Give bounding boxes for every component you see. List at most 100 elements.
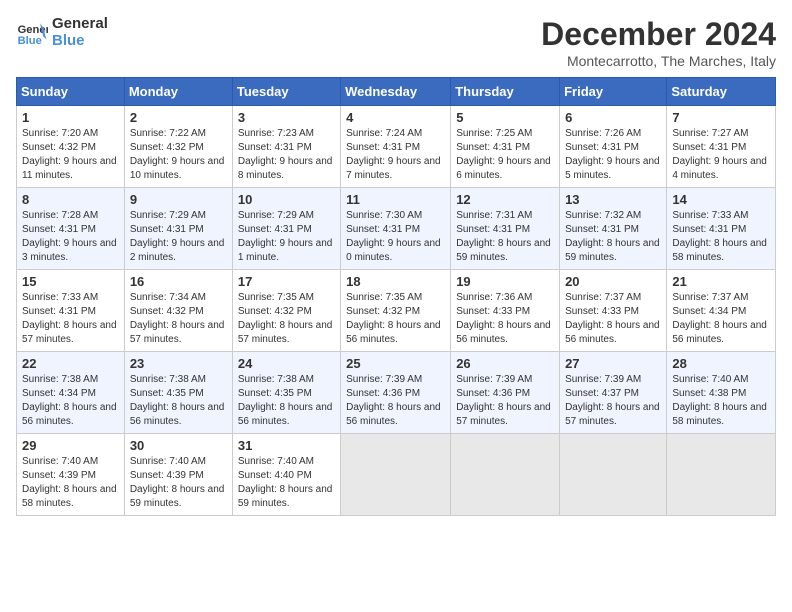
sunrise-label: Sunrise: 7:24 AM xyxy=(346,128,422,139)
sunset-label: Sunset: 4:31 PM xyxy=(672,224,746,235)
sunset-label: Sunset: 4:38 PM xyxy=(672,388,746,399)
daylight-label: Daylight: 9 hours and 4 minutes. xyxy=(672,156,767,181)
day-number: 12 xyxy=(456,192,554,207)
day-info: Sunrise: 7:35 AM Sunset: 4:32 PM Dayligh… xyxy=(346,291,445,347)
sunrise-label: Sunrise: 7:26 AM xyxy=(565,128,641,139)
sunset-label: Sunset: 4:34 PM xyxy=(672,306,746,317)
daylight-label: Daylight: 8 hours and 56 minutes. xyxy=(346,402,441,427)
sunrise-label: Sunrise: 7:40 AM xyxy=(130,456,206,467)
sunset-label: Sunset: 4:32 PM xyxy=(22,142,96,153)
calendar-cell: 28 Sunrise: 7:40 AM Sunset: 4:38 PM Dayl… xyxy=(667,352,776,434)
day-number: 3 xyxy=(238,110,335,125)
sunrise-label: Sunrise: 7:40 AM xyxy=(238,456,314,467)
sunrise-label: Sunrise: 7:30 AM xyxy=(346,210,422,221)
calendar-cell: 7 Sunrise: 7:27 AM Sunset: 4:31 PM Dayli… xyxy=(667,106,776,188)
day-info: Sunrise: 7:28 AM Sunset: 4:31 PM Dayligh… xyxy=(22,209,119,265)
month-title: December 2024 xyxy=(541,16,776,53)
calendar: SundayMondayTuesdayWednesdayThursdayFrid… xyxy=(16,77,776,516)
calendar-cell: 22 Sunrise: 7:38 AM Sunset: 4:34 PM Dayl… xyxy=(17,352,125,434)
svg-text:Blue: Blue xyxy=(18,35,42,47)
calendar-week-3: 15 Sunrise: 7:33 AM Sunset: 4:31 PM Dayl… xyxy=(17,270,776,352)
day-number: 31 xyxy=(238,438,335,453)
sunrise-label: Sunrise: 7:29 AM xyxy=(130,210,206,221)
sunrise-label: Sunrise: 7:27 AM xyxy=(672,128,748,139)
daylight-label: Daylight: 8 hours and 57 minutes. xyxy=(130,320,225,345)
day-number: 24 xyxy=(238,356,335,371)
day-info: Sunrise: 7:35 AM Sunset: 4:32 PM Dayligh… xyxy=(238,291,335,347)
day-info: Sunrise: 7:30 AM Sunset: 4:31 PM Dayligh… xyxy=(346,209,445,265)
sunset-label: Sunset: 4:31 PM xyxy=(130,224,204,235)
calendar-cell: 20 Sunrise: 7:37 AM Sunset: 4:33 PM Dayl… xyxy=(560,270,667,352)
daylight-label: Daylight: 9 hours and 5 minutes. xyxy=(565,156,660,181)
day-number: 4 xyxy=(346,110,445,125)
daylight-label: Daylight: 8 hours and 59 minutes. xyxy=(238,484,333,509)
day-info: Sunrise: 7:39 AM Sunset: 4:36 PM Dayligh… xyxy=(456,373,554,429)
calendar-cell: 19 Sunrise: 7:36 AM Sunset: 4:33 PM Dayl… xyxy=(451,270,560,352)
calendar-cell: 16 Sunrise: 7:34 AM Sunset: 4:32 PM Dayl… xyxy=(124,270,232,352)
day-number: 19 xyxy=(456,274,554,289)
sunrise-label: Sunrise: 7:36 AM xyxy=(456,292,532,303)
day-info: Sunrise: 7:20 AM Sunset: 4:32 PM Dayligh… xyxy=(22,127,119,183)
sunset-label: Sunset: 4:31 PM xyxy=(346,142,420,153)
day-info: Sunrise: 7:38 AM Sunset: 4:34 PM Dayligh… xyxy=(22,373,119,429)
calendar-cell: 6 Sunrise: 7:26 AM Sunset: 4:31 PM Dayli… xyxy=(560,106,667,188)
calendar-cell xyxy=(560,434,667,516)
calendar-cell: 4 Sunrise: 7:24 AM Sunset: 4:31 PM Dayli… xyxy=(341,106,451,188)
day-number: 17 xyxy=(238,274,335,289)
daylight-label: Daylight: 8 hours and 59 minutes. xyxy=(565,238,660,263)
weekday-header-saturday: Saturday xyxy=(667,78,776,106)
day-number: 18 xyxy=(346,274,445,289)
logo-line1: General xyxy=(52,16,108,33)
day-number: 14 xyxy=(672,192,770,207)
sunset-label: Sunset: 4:36 PM xyxy=(346,388,420,399)
sunset-label: Sunset: 4:31 PM xyxy=(346,224,420,235)
daylight-label: Daylight: 8 hours and 56 minutes. xyxy=(672,320,767,345)
daylight-label: Daylight: 9 hours and 3 minutes. xyxy=(22,238,117,263)
calendar-cell: 11 Sunrise: 7:30 AM Sunset: 4:31 PM Dayl… xyxy=(341,188,451,270)
calendar-cell: 17 Sunrise: 7:35 AM Sunset: 4:32 PM Dayl… xyxy=(232,270,340,352)
calendar-week-1: 1 Sunrise: 7:20 AM Sunset: 4:32 PM Dayli… xyxy=(17,106,776,188)
sunset-label: Sunset: 4:35 PM xyxy=(130,388,204,399)
daylight-label: Daylight: 8 hours and 56 minutes. xyxy=(346,320,441,345)
weekday-header-monday: Monday xyxy=(124,78,232,106)
daylight-label: Daylight: 8 hours and 56 minutes. xyxy=(238,402,333,427)
calendar-cell: 23 Sunrise: 7:38 AM Sunset: 4:35 PM Dayl… xyxy=(124,352,232,434)
daylight-label: Daylight: 8 hours and 57 minutes. xyxy=(565,402,660,427)
sunset-label: Sunset: 4:32 PM xyxy=(346,306,420,317)
sunrise-label: Sunrise: 7:31 AM xyxy=(456,210,532,221)
sunset-label: Sunset: 4:31 PM xyxy=(22,224,96,235)
day-number: 23 xyxy=(130,356,227,371)
calendar-cell: 10 Sunrise: 7:29 AM Sunset: 4:31 PM Dayl… xyxy=(232,188,340,270)
sunrise-label: Sunrise: 7:29 AM xyxy=(238,210,314,221)
calendar-cell: 31 Sunrise: 7:40 AM Sunset: 4:40 PM Dayl… xyxy=(232,434,340,516)
sunrise-label: Sunrise: 7:33 AM xyxy=(672,210,748,221)
day-info: Sunrise: 7:39 AM Sunset: 4:37 PM Dayligh… xyxy=(565,373,661,429)
day-info: Sunrise: 7:32 AM Sunset: 4:31 PM Dayligh… xyxy=(565,209,661,265)
calendar-cell: 30 Sunrise: 7:40 AM Sunset: 4:39 PM Dayl… xyxy=(124,434,232,516)
day-info: Sunrise: 7:26 AM Sunset: 4:31 PM Dayligh… xyxy=(565,127,661,183)
day-number: 15 xyxy=(22,274,119,289)
daylight-label: Daylight: 9 hours and 8 minutes. xyxy=(238,156,333,181)
location-title: Montecarrotto, The Marches, Italy xyxy=(541,53,776,69)
daylight-label: Daylight: 9 hours and 10 minutes. xyxy=(130,156,225,181)
calendar-cell: 9 Sunrise: 7:29 AM Sunset: 4:31 PM Dayli… xyxy=(124,188,232,270)
sunrise-label: Sunrise: 7:28 AM xyxy=(22,210,98,221)
day-info: Sunrise: 7:29 AM Sunset: 4:31 PM Dayligh… xyxy=(238,209,335,265)
day-number: 5 xyxy=(456,110,554,125)
daylight-label: Daylight: 9 hours and 7 minutes. xyxy=(346,156,441,181)
day-number: 13 xyxy=(565,192,661,207)
calendar-cell: 18 Sunrise: 7:35 AM Sunset: 4:32 PM Dayl… xyxy=(341,270,451,352)
day-info: Sunrise: 7:40 AM Sunset: 4:40 PM Dayligh… xyxy=(238,455,335,511)
daylight-label: Daylight: 8 hours and 56 minutes. xyxy=(565,320,660,345)
day-info: Sunrise: 7:37 AM Sunset: 4:33 PM Dayligh… xyxy=(565,291,661,347)
sunset-label: Sunset: 4:32 PM xyxy=(130,142,204,153)
day-info: Sunrise: 7:40 AM Sunset: 4:39 PM Dayligh… xyxy=(22,455,119,511)
day-info: Sunrise: 7:38 AM Sunset: 4:35 PM Dayligh… xyxy=(238,373,335,429)
day-info: Sunrise: 7:25 AM Sunset: 4:31 PM Dayligh… xyxy=(456,127,554,183)
weekday-header-friday: Friday xyxy=(560,78,667,106)
day-info: Sunrise: 7:31 AM Sunset: 4:31 PM Dayligh… xyxy=(456,209,554,265)
sunrise-label: Sunrise: 7:32 AM xyxy=(565,210,641,221)
sunset-label: Sunset: 4:31 PM xyxy=(238,142,312,153)
calendar-cell: 14 Sunrise: 7:33 AM Sunset: 4:31 PM Dayl… xyxy=(667,188,776,270)
sunset-label: Sunset: 4:39 PM xyxy=(130,470,204,481)
